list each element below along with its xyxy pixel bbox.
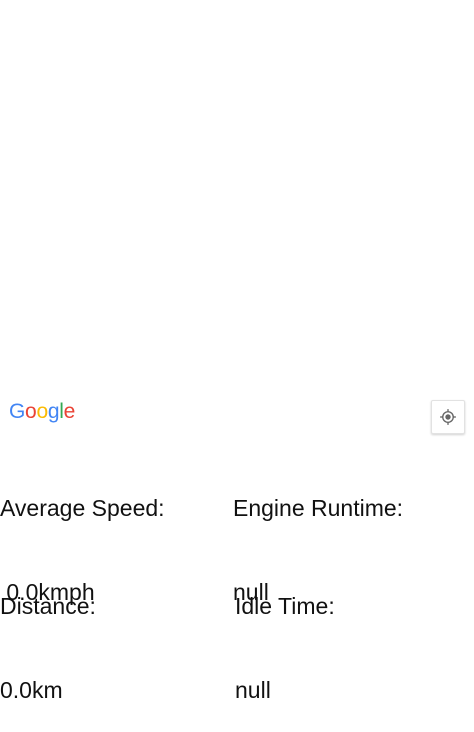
distance-stat: Distance: 0.0km xyxy=(0,536,96,732)
idle-time-label: Idle Time: xyxy=(235,593,335,619)
google-logo: Google xyxy=(9,398,75,426)
distance-label: Distance: xyxy=(0,593,96,619)
logo-letter: g xyxy=(47,400,60,423)
map-view[interactable] xyxy=(0,0,474,438)
logo-letter: o xyxy=(36,400,48,423)
average-speed-label: Average Speed: xyxy=(0,495,165,521)
idle-time-stat: Idle Time: null xyxy=(235,536,335,732)
my-location-icon xyxy=(440,409,456,425)
logo-letter: o xyxy=(25,400,37,423)
logo-letter: e xyxy=(63,400,76,423)
logo-letter: G xyxy=(9,400,26,423)
my-location-button[interactable] xyxy=(431,400,465,434)
distance-value: 0.0km xyxy=(0,677,63,703)
engine-runtime-label: Engine Runtime: xyxy=(233,495,404,521)
idle-time-value: null xyxy=(235,677,271,703)
